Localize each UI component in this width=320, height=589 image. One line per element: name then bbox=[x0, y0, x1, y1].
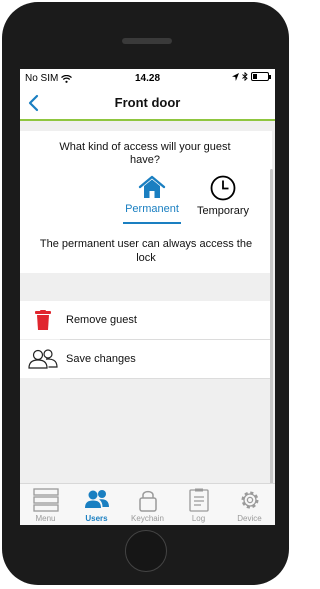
tab-device[interactable]: Device bbox=[224, 484, 275, 525]
scrollbar[interactable] bbox=[270, 169, 273, 485]
option-temporary-label: Temporary bbox=[197, 205, 249, 217]
users-icon bbox=[84, 490, 109, 508]
trash-icon bbox=[35, 310, 51, 330]
tab-log-label: Log bbox=[191, 514, 206, 523]
access-type-card: What kind of access will your guest have… bbox=[20, 131, 272, 273]
remove-guest-label: Remove guest bbox=[66, 314, 137, 326]
tab-menu[interactable]: Menu bbox=[20, 484, 71, 525]
option-permanent[interactable]: Permanent bbox=[117, 175, 187, 215]
tab-menu-label: Menu bbox=[35, 514, 56, 523]
tab-log[interactable]: Log bbox=[173, 484, 224, 525]
speaker bbox=[122, 38, 172, 44]
tab-keychain-label: Keychain bbox=[131, 514, 164, 523]
location-icon bbox=[232, 72, 239, 81]
clock-icon bbox=[210, 175, 236, 201]
gear-icon bbox=[241, 491, 258, 509]
row-divider bbox=[60, 378, 272, 379]
tab-keychain[interactable]: Keychain bbox=[122, 484, 173, 525]
navigation-bar: Front door bbox=[20, 87, 275, 121]
battery-icon bbox=[251, 72, 271, 81]
house-icon bbox=[138, 175, 166, 198]
tab-users-label: Users bbox=[85, 514, 108, 523]
phone-frame: No SIM 14.28 Front door What kind of acc… bbox=[2, 2, 289, 585]
access-description: The permanent user can always access the… bbox=[39, 238, 253, 264]
lock-icon bbox=[138, 490, 157, 512]
tab-bar: Menu Users Keychain Log Device bbox=[20, 483, 275, 525]
save-changes-label: Save changes bbox=[66, 353, 136, 365]
app-screen: No SIM 14.28 Front door What kind of acc… bbox=[20, 69, 275, 525]
tab-device-label: Device bbox=[237, 514, 262, 523]
remove-guest-button[interactable]: Remove guest bbox=[20, 301, 272, 339]
option-temporary[interactable]: Temporary bbox=[188, 175, 258, 217]
selected-option-indicator bbox=[123, 222, 181, 224]
access-question: What kind of access will your guest have… bbox=[59, 141, 231, 166]
save-changes-button[interactable]: Save changes bbox=[20, 340, 272, 378]
tab-users[interactable]: Users bbox=[71, 484, 122, 525]
users-icon bbox=[28, 349, 58, 369]
option-permanent-label: Permanent bbox=[125, 203, 179, 215]
bluetooth-icon bbox=[242, 72, 248, 81]
status-bar: No SIM 14.28 bbox=[20, 69, 275, 87]
menu-icon bbox=[32, 488, 59, 512]
log-icon bbox=[188, 488, 209, 512]
page-title: Front door bbox=[114, 95, 181, 110]
home-button[interactable] bbox=[125, 530, 167, 572]
